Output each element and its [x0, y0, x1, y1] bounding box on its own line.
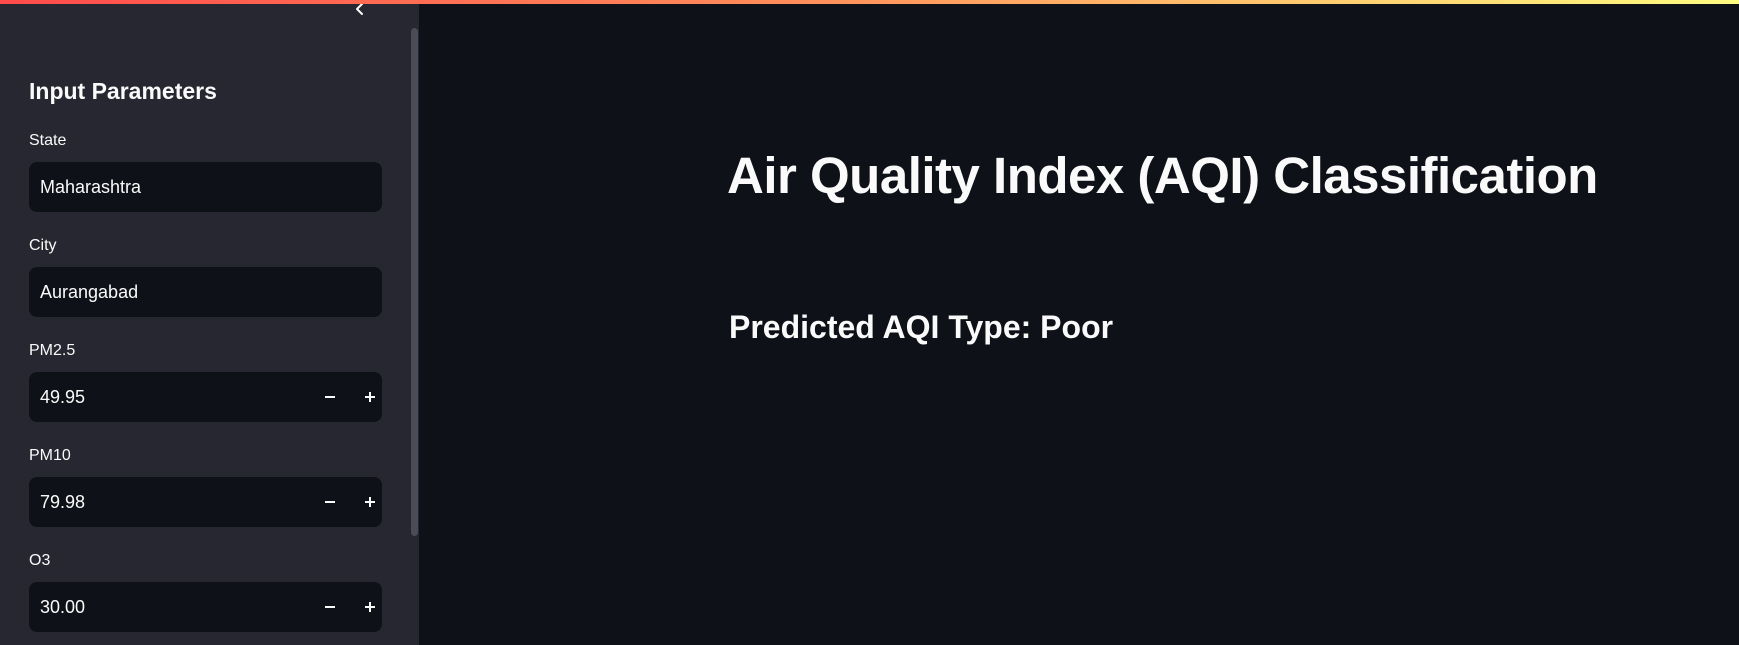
- page-title: Air Quality Index (AQI) Classification: [727, 147, 1598, 204]
- sidebar-scrollbar[interactable]: [411, 28, 418, 536]
- o3-label: O3: [29, 552, 51, 569]
- pm10-label: PM10: [29, 447, 71, 464]
- pm10-decrement-button[interactable]: [310, 477, 350, 527]
- header-decoration-bar: [0, 0, 1739, 4]
- prediction-result: Predicted AQI Type: Poor: [729, 309, 1113, 346]
- city-value: Aurangabad: [40, 282, 139, 302]
- o3-increment-button[interactable]: [350, 582, 390, 632]
- o3-decrement-button[interactable]: [310, 582, 350, 632]
- pm10-number-input[interactable]: 79.98: [29, 477, 382, 527]
- city-label: City: [29, 237, 57, 254]
- chevron-left-icon: [356, 3, 363, 15]
- city-input[interactable]: Aurangabad: [29, 267, 382, 317]
- prediction-label: Predicted AQI Type:: [729, 309, 1032, 345]
- o3-number-input[interactable]: 30.00: [29, 582, 382, 632]
- state-label: State: [29, 132, 67, 149]
- minus-icon: [325, 606, 335, 608]
- pm10-value: 79.98: [40, 492, 86, 512]
- state-input[interactable]: Maharashtra: [29, 162, 382, 212]
- prediction-value: Poor: [1040, 309, 1114, 345]
- minus-icon: [325, 501, 335, 503]
- state-value: Maharashtra: [40, 177, 142, 197]
- pm25-value: 49.95: [40, 387, 86, 407]
- pm25-increment-button[interactable]: [350, 372, 390, 422]
- plus-icon: [365, 392, 375, 402]
- o3-value: 30.00: [40, 597, 86, 617]
- minus-icon: [325, 396, 335, 398]
- plus-icon: [365, 497, 375, 507]
- plus-icon: [365, 602, 375, 612]
- sidebar: Input Parameters State Maharashtra City …: [0, 0, 419, 645]
- sidebar-heading: Input Parameters: [29, 78, 217, 104]
- pm25-label: PM2.5: [29, 342, 76, 359]
- pm25-number-input[interactable]: 49.95: [29, 372, 382, 422]
- pm25-decrement-button[interactable]: [310, 372, 350, 422]
- pm10-increment-button[interactable]: [350, 477, 390, 527]
